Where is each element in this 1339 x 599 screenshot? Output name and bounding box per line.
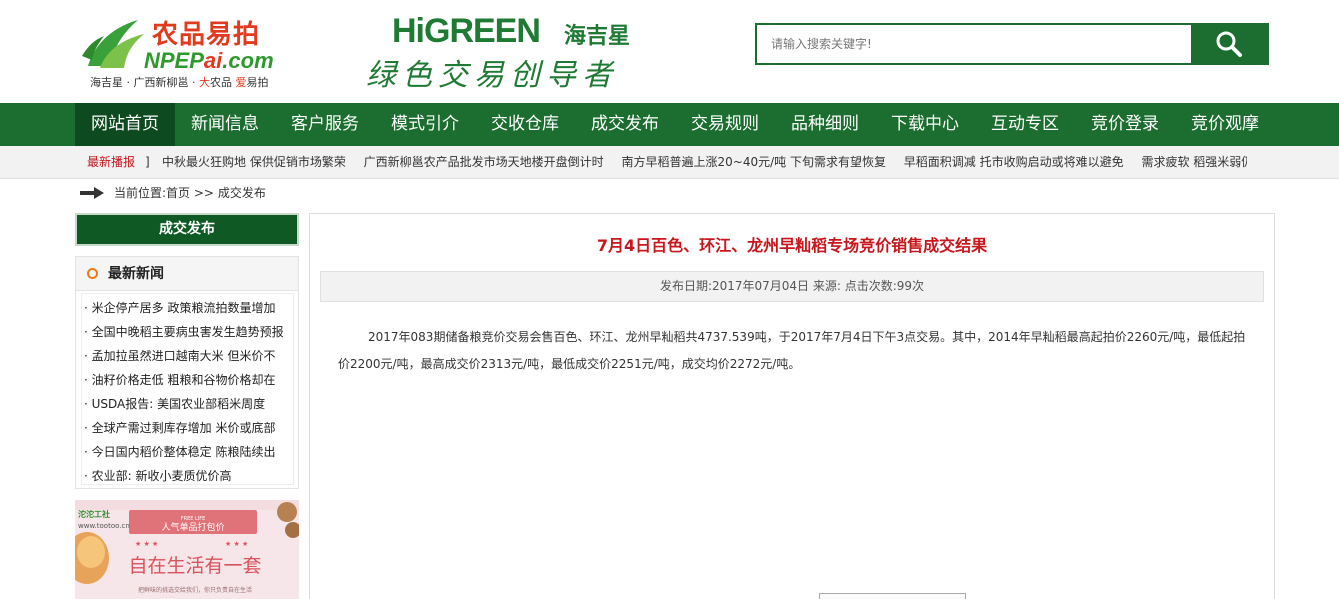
nav-item-downloads[interactable]: 下载中心 — [875, 103, 975, 146]
nav-item-customer-service[interactable]: 客户服务 — [275, 103, 375, 146]
ticker-item[interactable]: 南方早稻普遍上涨20~40元/吨 下旬需求有望恢复 — [622, 146, 886, 179]
ticker-item[interactable]: 早稻面积调减 托市收购启动或将难以避免 — [904, 146, 1124, 179]
svg-text:★ ★ ★: ★ ★ ★ — [225, 540, 248, 548]
news-list-item[interactable]: · USDA报告: 美国农业部稻米周度 — [84, 392, 293, 416]
breadcrumb-prefix: 当前位置: — [114, 186, 167, 200]
breadcrumb-home-link[interactable]: 首页 — [166, 186, 190, 200]
breadcrumb-separator: >> — [190, 186, 218, 200]
article-body: 2017年083期储备粮竞价交易会售百色、环江、龙州早籼稻共4737.539吨，… — [338, 330, 1246, 371]
news-list-item[interactable]: · 孟加拉虽然进口越南大米 但米价不 — [84, 344, 293, 368]
news-list-item[interactable]: · 油籽价格走低 粗粮和谷物价格却在 — [84, 368, 293, 392]
site-header: 农品易拍 NPEPai.com 海吉星 · 广西新柳邕 · 大农品 爱易拍 Hi… — [0, 0, 1339, 103]
news-list-item[interactable]: · 米企停产居多 政策粮流拍数量增加 — [84, 296, 293, 320]
ad-headline: 自在生活有一套 — [128, 555, 261, 577]
breadcrumb-current-link[interactable]: 成交发布 — [218, 186, 266, 200]
news-list-item[interactable]: · 全球产需过剩库存增加 米价或底部 — [84, 416, 293, 440]
npepai-logo[interactable]: 农品易拍 NPEPai.com 海吉星 · 广西新柳邕 · 大农品 爱易拍 — [80, 14, 280, 94]
logo-tagline: 海吉星 · 广西新柳邕 · 大农品 爱易拍 — [90, 76, 269, 89]
news-ticker: 最新播报 ] 中秋最火狂购地 保供促销市场繁荣 广西新柳邕农产品批发市场天地楼开… — [0, 146, 1339, 179]
higreen-logo: HiGREEN 海吉星 绿色交易创导者 — [366, 10, 662, 93]
nav-item-news[interactable]: 新闻信息 — [175, 103, 275, 146]
ad-en: FREE LIFE — [181, 516, 206, 522]
article-panel: 7月4日百色、环江、龙州早籼稻专场竞价销售成交结果 发布日期:2017年07月0… — [309, 213, 1275, 599]
article-meta: 发布日期:2017年07月04日 来源: 点击次数:99次 — [320, 271, 1264, 302]
nav-item-trading-rules[interactable]: 交易规则 — [675, 103, 775, 146]
brand-slogan: 绿色交易创导者 — [366, 58, 618, 93]
nav-item-model-intro[interactable]: 模式引介 — [375, 103, 475, 146]
search-icon — [1216, 31, 1242, 57]
nav-item-bid-watch[interactable]: 竞价观摩 — [1175, 103, 1275, 146]
latest-news-list: · 米企停产居多 政策粮流拍数量增加 · 全国中晚稻主要病虫害发生趋势预报 · … — [81, 293, 294, 485]
latest-news-title: 最新新闻 — [108, 266, 164, 282]
svg-text:★ ★ ★: ★ ★ ★ — [135, 540, 158, 548]
share-bar[interactable] — [819, 593, 966, 599]
ticker-item[interactable]: 广西新柳邕农产品批发市场天地楼开盘倒计时 — [364, 146, 604, 179]
ad-brand: 沱沱工社 — [78, 509, 110, 519]
rice-leaf-logo-icon — [82, 20, 144, 68]
article-title: 7月4日百色、环江、龙州早籼稻专场竞价销售成交结果 — [596, 236, 988, 255]
search-input[interactable] — [757, 25, 1193, 63]
tootoo-ad-banner[interactable]: 沱沱工社 www.tootoo.cn FREE LIFE 人气单品打包价 ★ ★… — [75, 500, 299, 599]
ad-footer: 把鲜味的挑选交给我们，你只负责自在生活 — [138, 586, 252, 594]
ad-ribbon: 人气单品打包价 — [161, 521, 224, 533]
ad-graphic: 沱沱工社 www.tootoo.cn FREE LIFE 人气单品打包价 ★ ★… — [75, 500, 299, 599]
search-button[interactable] — [1191, 25, 1267, 63]
nav-item-deals[interactable]: 成交发布 — [575, 103, 675, 146]
news-list-item[interactable]: · 全国中晚稻主要病虫害发生趋势预报 — [84, 320, 293, 344]
nav-item-interactive[interactable]: 互动专区 — [975, 103, 1075, 146]
brand-chinese-name: 海吉星 — [564, 24, 631, 49]
ticker-separator: ] — [145, 155, 150, 169]
latest-news-panel: 最新新闻 · 米企停产居多 政策粮流拍数量增加 · 全国中晚稻主要病虫害发生趋势… — [75, 256, 299, 489]
brand-name: HiGREEN — [392, 12, 541, 50]
logo-chinese-name: 农品易拍 — [152, 20, 261, 50]
nav-item-bid-login[interactable]: 竞价登录 — [1075, 103, 1175, 146]
ticker-item[interactable]: 中秋最火狂购地 保供促销市场繁荣 — [162, 146, 346, 179]
search-bar — [755, 23, 1269, 65]
sidebar-section-title[interactable]: 成交发布 — [75, 213, 299, 246]
news-list-item[interactable]: · 农业部: 新收小麦质优价高 — [84, 464, 293, 488]
arrow-right-icon — [80, 187, 104, 199]
latest-news-header: 最新新闻 — [76, 257, 298, 291]
circle-bullet-icon — [87, 268, 98, 279]
ticker-items: 中秋最火狂购地 保供促销市场繁荣 广西新柳邕农产品批发市场天地楼开盘倒计时 南方… — [162, 146, 1247, 179]
nav-item-warehouse[interactable]: 交收仓库 — [475, 103, 575, 146]
nav-item-variety-rules[interactable]: 品种细则 — [775, 103, 875, 146]
ticker-item[interactable]: 需求疲软 稻强米弱仍难 — [1141, 146, 1247, 179]
main-nav: 网站首页 新闻信息 客户服务 模式引介 交收仓库 成交发布 交易规则 品种细则 … — [0, 103, 1339, 146]
ticker-label: 最新播报 — [87, 155, 136, 169]
ad-url: www.tootoo.cn — [78, 522, 130, 530]
news-list-item[interactable]: · 今日国内稻价整体稳定 陈粮陆续出 — [84, 440, 293, 464]
nav-item-home[interactable]: 网站首页 — [75, 103, 175, 146]
logo-domain: NPEPai.com — [144, 48, 274, 73]
